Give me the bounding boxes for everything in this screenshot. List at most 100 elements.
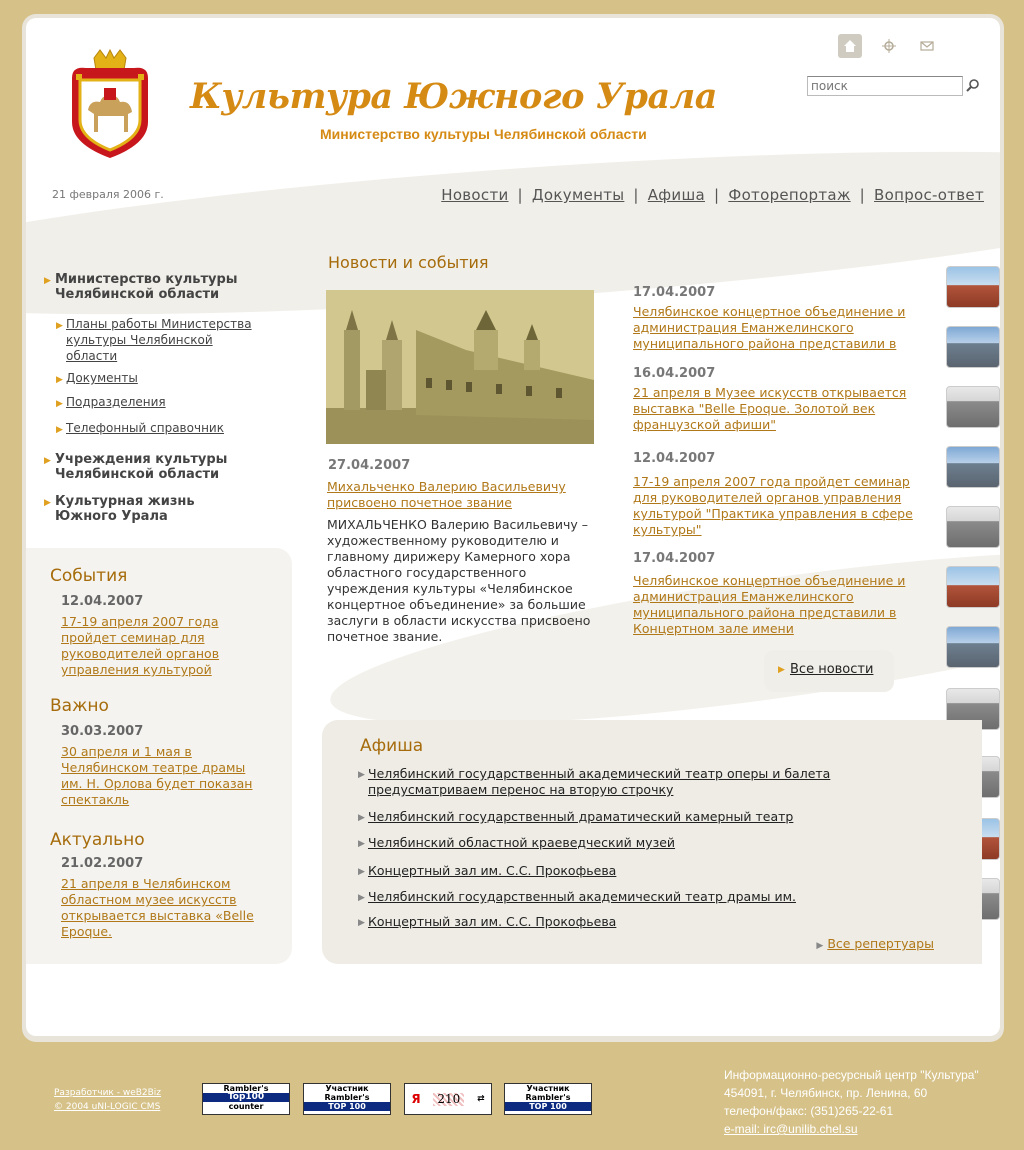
events-heading: События	[50, 566, 128, 586]
cms-link[interactable]: © 2004 uNI-LOGIC CMS	[54, 1100, 161, 1114]
developer-link[interactable]: Разработчик - weB2Biz	[54, 1086, 161, 1100]
news-main-body: МИХАЛЬЧЕНКО Валерию Васильевичу – художе…	[327, 517, 591, 644]
submenu-departments[interactable]: ▶ Подразделения	[56, 394, 166, 410]
arrow-icon: ▶	[358, 839, 365, 849]
counter-text: Rambler's	[505, 1093, 591, 1102]
news-main-title[interactable]: Михальченко Валерию Васильевичу присвоен…	[327, 479, 595, 511]
afisha-item[interactable]: ▶ Челябинский областной краеведческий му…	[358, 835, 675, 851]
photo-thumbnail[interactable]	[946, 626, 1000, 668]
arrow-icon: ▶	[358, 918, 365, 928]
afisha-heading: Афиша	[360, 736, 424, 756]
coat-of-arms-logo[interactable]	[64, 48, 156, 160]
search-input[interactable]	[807, 76, 963, 96]
afisha-item-label[interactable]: предусматриваем перенос на вторую строчк…	[368, 782, 830, 798]
counter-text: Rambler's	[304, 1093, 390, 1102]
menu-institutions[interactable]: ▶ Учреждения культуры Челябинской област…	[44, 452, 227, 482]
search-icon[interactable]	[966, 78, 982, 94]
submenu-plans-label[interactable]: культуры Челябинской	[66, 332, 252, 348]
arrow-icon: ▶	[816, 941, 824, 951]
news-item-date: 17.04.2007	[633, 551, 716, 566]
yandex-counter[interactable]: Я 210 ⇄	[404, 1083, 492, 1115]
afisha-item[interactable]: ▶ Концертный зал им. С.С. Прокофьева	[358, 863, 616, 879]
counter-text: Top100	[203, 1093, 289, 1102]
arrow-icon: ▶	[44, 456, 51, 466]
news-item-link[interactable]: Челябинское концертное объединение и адм…	[633, 304, 918, 352]
submenu-documents-label[interactable]: Документы	[66, 371, 138, 385]
counter-text: Я	[411, 1091, 421, 1106]
afisha-item[interactable]: ▶ Концертный зал им. С.С. Прокофьева	[358, 914, 616, 930]
afisha-item-label[interactable]: Челябинский государственный академически…	[368, 766, 830, 782]
afisha-item-label[interactable]: Концертный зал им. С.С. Прокофьева	[368, 863, 616, 878]
arrow-icon: ▶	[56, 321, 63, 331]
afisha-item-label[interactable]: Челябинский областной краеведческий музе…	[368, 835, 675, 850]
photo-thumbnail[interactable]	[946, 506, 1000, 548]
photo-thumbnail[interactable]	[946, 266, 1000, 308]
all-repertoire-label[interactable]: Все репертуары	[827, 936, 934, 951]
important-link[interactable]: 30 апреля и 1 мая в Челябинском театре д…	[61, 744, 261, 808]
afisha-item-label[interactable]: Челябинский государственный академически…	[368, 889, 796, 904]
nav-news[interactable]: Новости	[441, 186, 508, 204]
submenu-plans-label[interactable]: области	[66, 348, 252, 364]
rambler-counter[interactable]: Rambler's Top100 counter	[202, 1083, 290, 1115]
nav-photoreport[interactable]: Фоторепортаж	[728, 186, 850, 204]
submenu-plans-label[interactable]: Планы работы Министерства	[66, 316, 252, 332]
afisha-item[interactable]: ▶ Челябинский государственный академичес…	[358, 766, 830, 798]
nav-separator: |	[859, 186, 866, 204]
all-news-label[interactable]: Все новости	[790, 662, 873, 677]
page: Культура Южного Урала Министерство культ…	[26, 18, 1000, 1036]
news-main-date: 27.04.2007	[328, 458, 411, 473]
sitemap-icon[interactable]	[877, 34, 901, 58]
home-icon[interactable]	[838, 34, 862, 58]
menu-cultural-life[interactable]: ▶ Культурная жизнь Южного Урала	[44, 494, 195, 524]
submenu-plans[interactable]: ▶ Планы работы Министерства культуры Чел…	[56, 316, 252, 364]
photo-thumbnail[interactable]	[946, 446, 1000, 488]
news-item-link[interactable]: 17-19 апреля 2007 года пройдет семинар д…	[633, 474, 928, 538]
mail-icon[interactable]	[915, 34, 939, 58]
photo-thumbnail[interactable]	[946, 386, 1000, 428]
submenu-phonebook-label[interactable]: Телефонный справочник	[66, 421, 224, 435]
rambler-top100-badge[interactable]: Участник Rambler's TOP 100	[303, 1083, 391, 1115]
left-info-box: События 12.04.2007 17-19 апреля 2007 год…	[26, 548, 292, 964]
photo-thumbnail[interactable]	[946, 566, 1000, 608]
nav-faq[interactable]: Вопрос-ответ	[874, 186, 984, 204]
news-main-image[interactable]	[326, 290, 594, 444]
counter-text: TOP 100	[505, 1102, 591, 1111]
submenu-documents[interactable]: ▶ Документы	[56, 370, 138, 386]
site-title: Культура Южного Урала	[190, 76, 717, 117]
all-news-button[interactable]: ▶ Все новости	[764, 650, 894, 692]
news-item-link[interactable]: Челябинское концертное объединение и адм…	[633, 573, 923, 637]
news-item-link[interactable]: 21 апреля в Музее искусств открывается в…	[633, 385, 928, 433]
news-item-date: 17.04.2007	[633, 285, 716, 300]
arrow-icon: ▶	[44, 276, 51, 286]
actual-link[interactable]: 21 апреля в Челябинском областном музее …	[61, 876, 266, 940]
current-date: 21 февраля 2006 г.	[52, 188, 164, 201]
nav-afisha[interactable]: Афиша	[648, 186, 705, 204]
afisha-item[interactable]: ▶ Челябинский государственный академичес…	[358, 889, 796, 905]
afisha-item[interactable]: ▶ Челябинский государственный драматичес…	[358, 809, 793, 825]
important-heading: Важно	[50, 696, 109, 716]
counter-text: TOP 100	[304, 1102, 390, 1111]
nav-documents[interactable]: Документы	[532, 186, 624, 204]
arrow-icon: ▶	[358, 813, 365, 823]
menu-cultural-life-label: Культурная жизнь	[55, 494, 195, 509]
rambler-top100-badge[interactable]: Участник Rambler's TOP 100	[504, 1083, 592, 1115]
events-link[interactable]: 17-19 апреля 2007 года пройдет семинар д…	[61, 614, 261, 678]
counter-text: counter	[203, 1102, 289, 1111]
counter-text: Участник	[304, 1084, 390, 1093]
menu-ministry-label: Министерство культуры	[55, 272, 238, 287]
afisha-item-label[interactable]: Концертный зал им. С.С. Прокофьева	[368, 914, 616, 929]
developer-credits: Разработчик - weB2Biz © 2004 uNI-LOGIC C…	[54, 1086, 161, 1114]
menu-ministry[interactable]: ▶ Министерство культуры Челябинской обла…	[44, 272, 238, 302]
menu-institutions-label: Учреждения культуры	[55, 452, 228, 467]
submenu-departments-label[interactable]: Подразделения	[66, 395, 166, 409]
contact-email-link[interactable]: e-mail: irc@unilib.chel.su	[724, 1120, 979, 1138]
contact-info: Информационно-ресурсный центр "Культура"…	[724, 1066, 979, 1138]
photo-thumbnail[interactable]	[946, 326, 1000, 368]
afisha-item-label[interactable]: Челябинский государственный драматически…	[368, 809, 793, 824]
submenu-phonebook[interactable]: ▶ Телефонный справочник	[56, 420, 224, 436]
arrow-icon: ▶	[44, 498, 51, 508]
important-date: 30.03.2007	[61, 724, 144, 739]
all-repertoire-link[interactable]: ▶ Все репертуары	[816, 936, 934, 951]
arrow-icon: ▶	[358, 867, 365, 877]
actual-heading: Актуально	[50, 830, 145, 850]
